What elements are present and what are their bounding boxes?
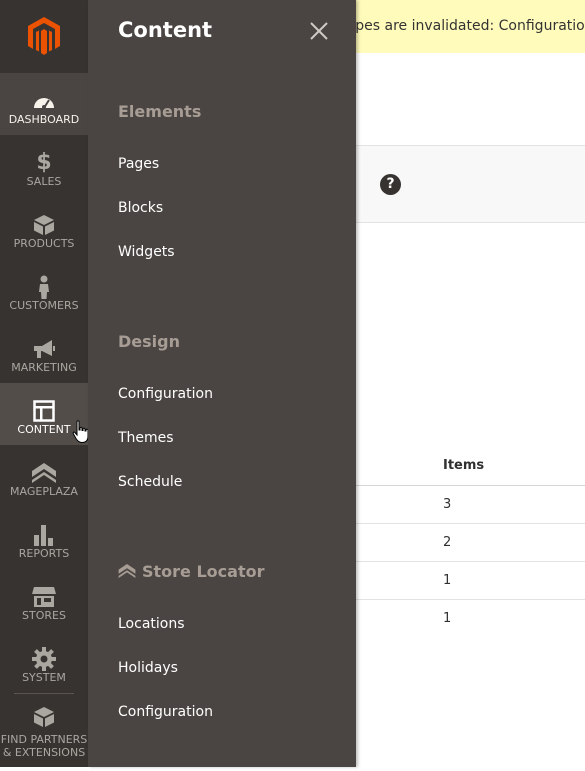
menu-label: REPORTS bbox=[18, 547, 70, 560]
link-holidays[interactable]: Holidays bbox=[118, 660, 178, 676]
menu-item-marketing[interactable]: MARKETING bbox=[0, 321, 88, 383]
menu-item-sales[interactable]: $ SALES bbox=[0, 135, 88, 197]
mageplaza-icon bbox=[32, 463, 56, 483]
menu-label: PRODUCTS bbox=[13, 237, 75, 250]
submenu-title: Content bbox=[118, 18, 213, 42]
menu-label: MARKETING bbox=[11, 361, 77, 374]
group-title-elements: Elements bbox=[118, 102, 202, 121]
menu-label: SALES bbox=[26, 175, 62, 188]
table-row[interactable]: 1 bbox=[356, 600, 585, 637]
extensions-icon bbox=[34, 707, 54, 727]
group-title-text: Store Locator bbox=[142, 562, 265, 581]
page-toolbar: ? bbox=[356, 145, 585, 223]
menu-item-find-partners[interactable]: FIND PARTNERS & EXTENSIONS bbox=[0, 697, 88, 771]
gear-icon bbox=[32, 647, 56, 671]
data-grid: Items 3 2 1 1 bbox=[356, 447, 585, 637]
close-icon bbox=[310, 22, 328, 40]
menu-item-stores[interactable]: STORES bbox=[0, 569, 88, 631]
link-widgets[interactable]: Widgets bbox=[118, 244, 175, 260]
menu-label-line: & EXTENSIONS bbox=[2, 746, 86, 759]
link-blocks[interactable]: Blocks bbox=[118, 200, 163, 216]
menu-label: DASHBOARD bbox=[8, 113, 80, 126]
menu-item-mageplaza[interactable]: MAGEPLAZA bbox=[0, 445, 88, 507]
magento-logo-icon bbox=[28, 17, 60, 55]
menu-item-products[interactable]: PRODUCTS bbox=[0, 197, 88, 259]
link-design-configuration[interactable]: Configuration bbox=[118, 386, 213, 402]
admin-menu: DASHBOARD $ SALES PRODUCTS CUSTOMERS MAR… bbox=[0, 0, 89, 767]
menu-label: MAGEPLAZA bbox=[10, 485, 78, 498]
table-row[interactable]: 1 bbox=[356, 562, 585, 600]
table-row[interactable]: 2 bbox=[356, 524, 585, 562]
menu-divider bbox=[14, 693, 74, 694]
person-icon bbox=[39, 275, 49, 299]
menu-label-line: FIND PARTNERS bbox=[0, 733, 88, 746]
link-themes[interactable]: Themes bbox=[118, 430, 174, 446]
system-message-text: ypes are invalidated: Configuration, bbox=[356, 18, 585, 34]
mageplaza-icon bbox=[118, 564, 136, 578]
group-title-design: Design bbox=[118, 332, 180, 351]
menu-item-system[interactable]: SYSTEM bbox=[0, 631, 88, 693]
link-pages[interactable]: Pages bbox=[118, 156, 159, 172]
link-store-locator-configuration[interactable]: Configuration bbox=[118, 704, 213, 720]
link-schedule[interactable]: Schedule bbox=[118, 474, 182, 490]
layout-icon bbox=[33, 400, 55, 422]
link-locations[interactable]: Locations bbox=[118, 616, 185, 632]
menu-item-customers[interactable]: CUSTOMERS bbox=[0, 259, 88, 321]
bar-chart-icon bbox=[34, 525, 53, 546]
menu-item-reports[interactable]: REPORTS bbox=[0, 507, 88, 569]
store-icon bbox=[32, 587, 56, 607]
menu-label: CUSTOMERS bbox=[9, 299, 79, 312]
help-icon[interactable]: ? bbox=[380, 174, 401, 195]
megaphone-icon bbox=[34, 340, 55, 358]
cube-icon bbox=[34, 215, 54, 235]
system-message-bar: ypes are invalidated: Configuration, bbox=[356, 0, 585, 53]
menu-item-dashboard[interactable]: DASHBOARD bbox=[0, 73, 88, 135]
menu-label: STORES bbox=[22, 609, 66, 622]
table-row[interactable]: 3 bbox=[356, 486, 585, 524]
menu-label: SYSTEM bbox=[22, 671, 66, 684]
group-title-store-locator: Store Locator bbox=[118, 562, 264, 581]
dollar-icon: $ bbox=[36, 150, 52, 175]
magento-logo[interactable] bbox=[0, 0, 88, 72]
content-submenu: Content Elements Pages Blocks Widgets De… bbox=[88, 0, 356, 767]
close-button[interactable] bbox=[306, 18, 332, 44]
menu-label: FIND PARTNERS & EXTENSIONS bbox=[0, 733, 88, 759]
column-header-items[interactable]: Items bbox=[356, 447, 585, 486]
dashboard-icon bbox=[34, 98, 54, 109]
